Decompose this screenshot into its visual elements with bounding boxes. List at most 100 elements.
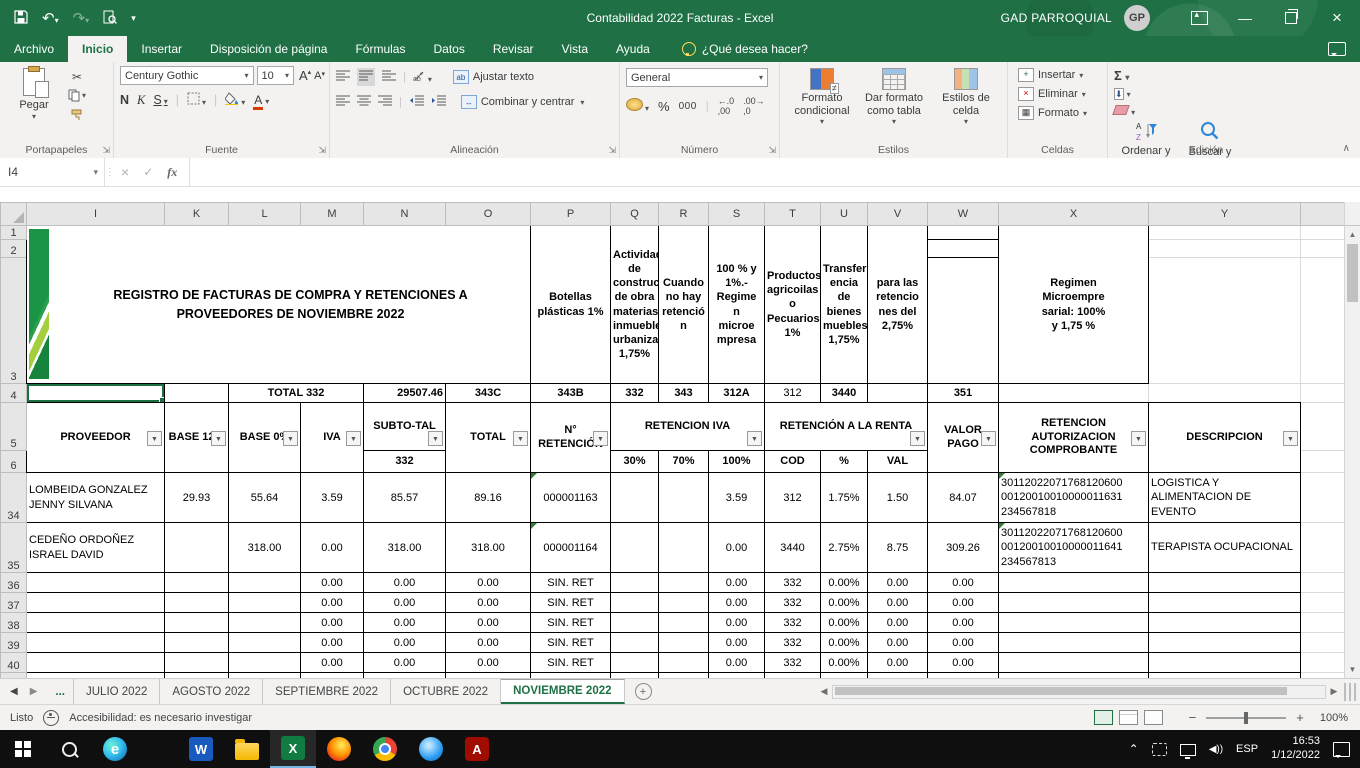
cell[interactable] — [1301, 403, 1345, 451]
column-header-O[interactable]: O — [446, 203, 531, 226]
header-iva[interactable]: IVA — [301, 403, 364, 473]
cell[interactable]: 318.00 — [229, 523, 301, 573]
cell[interactable]: 1.75% — [821, 473, 868, 523]
cell[interactable] — [165, 523, 229, 573]
tab-insertar[interactable]: Insertar — [127, 36, 196, 62]
cell[interactable] — [229, 613, 301, 633]
sheet-tab-julio[interactable]: JULIO 2022 — [73, 679, 160, 704]
cell[interactable]: 332 — [765, 593, 821, 613]
cell[interactable] — [1301, 258, 1345, 384]
column-header-R[interactable]: R — [659, 203, 709, 226]
merge-center-button[interactable]: ↔ Combinar y centrar — [461, 95, 585, 109]
cut-icon[interactable]: ✂ — [68, 69, 86, 84]
cell[interactable]: 0.00% — [821, 573, 868, 593]
cell[interactable]: 3.59 — [709, 473, 765, 523]
cell[interactable]: 0.00 — [446, 613, 531, 633]
cell[interactable]: 0.00 — [446, 593, 531, 613]
cell[interactable]: 0.00% — [821, 593, 868, 613]
zoom-in-icon[interactable]: + — [1296, 710, 1304, 725]
vertical-scroll-thumb[interactable] — [1347, 244, 1358, 302]
header-total[interactable]: TOTAL — [446, 403, 531, 473]
row-header-3[interactable]: 3 — [1, 258, 27, 384]
cell-header-O[interactable]: Botellas plásticas 1% — [531, 226, 611, 384]
cell-num-retencion[interactable]: 000001164 — [531, 523, 611, 573]
sheet-nav-left-icon[interactable]: ◀ — [10, 686, 18, 697]
filter-dropdown-icon[interactable] — [428, 431, 443, 446]
selected-cell-I4[interactable] — [27, 384, 165, 403]
cell[interactable] — [659, 523, 709, 573]
cell[interactable]: 0.00 — [868, 613, 928, 633]
cell[interactable]: 0.00 — [868, 593, 928, 613]
fill-handle[interactable] — [159, 397, 165, 403]
cell[interactable] — [165, 653, 229, 673]
row-header-2[interactable]: 2 — [1, 240, 27, 258]
cell[interactable] — [659, 613, 709, 633]
taskbar-acrobat[interactable]: A — [454, 730, 500, 768]
taskbar-edge[interactable]: e — [92, 730, 138, 768]
insert-cells-button[interactable]: + Insertar▾ — [1018, 68, 1103, 82]
horizontal-scrollbar[interactable] — [832, 685, 1326, 699]
avatar[interactable]: GP — [1124, 5, 1150, 31]
cell[interactable] — [229, 573, 301, 593]
row-header-40[interactable]: 40 — [1, 653, 27, 673]
column-header-L[interactable]: L — [229, 203, 301, 226]
wrap-text-button[interactable]: ab Ajustar texto — [453, 70, 534, 84]
filter-dropdown-icon[interactable] — [346, 431, 361, 446]
accounting-format-icon[interactable] — [626, 98, 649, 114]
cell[interactable]: 0.00 — [709, 633, 765, 653]
tell-me-search[interactable]: ¿Qué desea hacer? — [682, 36, 808, 62]
italic-button[interactable]: K — [137, 93, 145, 108]
cell[interactable]: 0.00 — [446, 573, 531, 593]
cell[interactable] — [27, 573, 165, 593]
normal-view-icon[interactable] — [1094, 710, 1113, 725]
underline-button[interactable]: S — [153, 93, 167, 107]
header-val[interactable]: VAL — [868, 451, 928, 473]
font-name-select[interactable]: Century Gothic — [120, 66, 254, 85]
cell[interactable] — [1301, 240, 1345, 258]
name-box[interactable]: I4 ▾ — [0, 158, 105, 186]
cell[interactable] — [999, 653, 1149, 673]
snip-icon[interactable] — [1152, 743, 1167, 756]
taskbar-excel-active[interactable]: X — [270, 730, 316, 768]
header-subtotal-code[interactable]: 332 — [364, 451, 446, 473]
grow-font-icon[interactable]: A▴ — [299, 68, 311, 83]
row-header-6[interactable]: 6 — [1, 451, 27, 473]
header-autorizacion[interactable]: RETENCION AUTORIZACION COMPROBANTE — [999, 403, 1149, 473]
align-top-icon[interactable] — [336, 70, 350, 84]
language-indicator[interactable]: ESP — [1236, 743, 1258, 755]
cell-descripcion[interactable]: TERAPISTA OCUPACIONAL — [1149, 523, 1301, 573]
cell[interactable] — [611, 653, 659, 673]
save-icon[interactable] — [14, 10, 28, 27]
page-break-view-icon[interactable] — [1144, 710, 1163, 725]
align-bottom-icon[interactable] — [382, 70, 396, 84]
column-header-S[interactable]: S — [709, 203, 765, 226]
cell[interactable]: 3.59 — [301, 473, 364, 523]
row-header-37[interactable]: 37 — [1, 593, 27, 613]
cell-code-T[interactable]: 312 — [765, 384, 821, 403]
sheet-tab-noviembre[interactable]: NOVIEMBRE 2022 — [501, 679, 624, 704]
clipboard-dialog-launcher[interactable]: ⇲ — [102, 145, 110, 156]
cell-styles-button[interactable]: Estilos de celda ▾ — [930, 66, 1002, 126]
restore-button[interactable] — [1268, 0, 1314, 36]
filter-dropdown-icon[interactable] — [211, 431, 226, 446]
filter-dropdown-icon[interactable] — [513, 431, 528, 446]
comments-icon[interactable] — [1328, 42, 1346, 56]
tab-inicio[interactable]: Inicio — [68, 36, 127, 62]
cell[interactable] — [611, 593, 659, 613]
conditional-format-button[interactable]: Formato condicional ▾ — [786, 66, 858, 126]
cell[interactable]: 0.00 — [364, 573, 446, 593]
tab-split-handle[interactable] — [1344, 683, 1358, 701]
sheet-tab-agosto[interactable]: AGOSTO 2022 — [160, 679, 263, 704]
cell[interactable]: 318.00 — [446, 523, 531, 573]
cell[interactable]: 0.00 — [301, 573, 364, 593]
cell[interactable] — [1149, 653, 1301, 673]
cell[interactable]: 0.00 — [709, 573, 765, 593]
column-header-Q[interactable]: Q — [611, 203, 659, 226]
cell[interactable]: 0.00 — [364, 653, 446, 673]
cell[interactable] — [27, 633, 165, 653]
header-valor-pago[interactable]: VALOR PAGO — [928, 403, 999, 473]
cell[interactable]: SIN. RET — [531, 653, 611, 673]
cell-V3[interactable] — [928, 258, 999, 384]
cell[interactable] — [1149, 573, 1301, 593]
increase-decimal-icon[interactable]: ←.0,00 — [718, 96, 735, 116]
